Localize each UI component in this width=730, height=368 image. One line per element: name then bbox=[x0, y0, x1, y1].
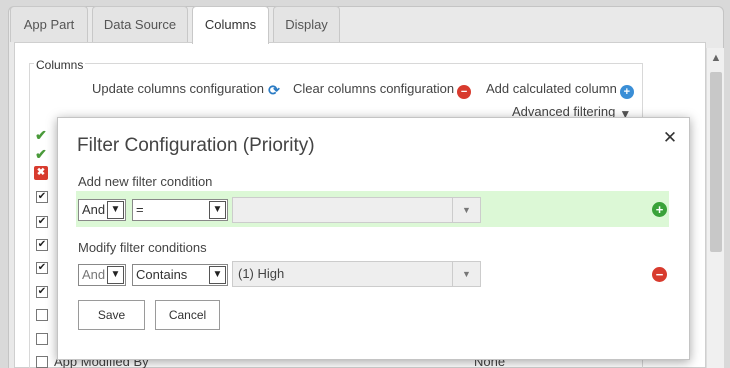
clear-columns-label: Clear columns configuration bbox=[293, 81, 455, 96]
filter-configuration-dialog: Filter Configuration (Priority) ✕ Add ne… bbox=[57, 117, 690, 360]
add-condition-icon[interactable]: + bbox=[652, 202, 667, 217]
chevron-down-icon[interactable]: ▼ bbox=[107, 266, 124, 284]
checkmark-icon[interactable]: ✔ bbox=[34, 147, 48, 161]
column-checkbox[interactable] bbox=[36, 309, 48, 321]
operator-select-value: = bbox=[136, 202, 144, 217]
operator-select-value: Contains bbox=[136, 267, 188, 282]
operator-select[interactable]: Contains ▼ bbox=[132, 264, 228, 286]
tab-columns[interactable]: Columns bbox=[192, 6, 269, 44]
logic-select-value: And bbox=[82, 267, 106, 282]
column-checkbox[interactable] bbox=[36, 356, 48, 368]
close-icon[interactable]: ✕ bbox=[662, 129, 678, 146]
column-checkbox[interactable]: ✔ bbox=[36, 262, 48, 274]
chevron-down-icon[interactable]: ▼ bbox=[209, 266, 226, 284]
column-checkbox[interactable]: ✔ bbox=[36, 286, 48, 298]
add-calculated-column-label: Add calculated column bbox=[486, 81, 617, 96]
add-condition-label: Add new filter condition bbox=[78, 174, 213, 189]
chevron-down-icon[interactable]: ▼ bbox=[452, 198, 480, 222]
clear-columns-link[interactable]: Clear columns configuration − bbox=[293, 81, 472, 99]
column-checkbox[interactable]: ✔ bbox=[36, 191, 48, 203]
tab-display[interactable]: Display bbox=[273, 6, 340, 42]
add-calculated-column-link[interactable]: Add calculated column + bbox=[486, 81, 634, 99]
column-checkbox[interactable]: ✔ bbox=[36, 216, 48, 228]
scrollbar[interactable]: ▲ bbox=[706, 48, 724, 368]
value-combobox-text: (1) High bbox=[238, 266, 285, 281]
column-checkbox[interactable]: ✔ bbox=[36, 239, 48, 251]
chevron-down-icon[interactable]: ▼ bbox=[452, 262, 480, 286]
chevron-up-icon[interactable]: ▲ bbox=[707, 52, 725, 68]
chevron-down-icon[interactable]: ▼ bbox=[209, 201, 226, 219]
scroll-thumb[interactable] bbox=[710, 72, 722, 252]
dialog-title: Filter Configuration (Priority) bbox=[77, 135, 315, 156]
tab-app-part[interactable]: App Part bbox=[10, 6, 88, 42]
logic-select[interactable]: And ▼ bbox=[78, 264, 126, 286]
save-button[interactable]: Save bbox=[78, 300, 145, 330]
refresh-icon: ⟳ bbox=[268, 82, 280, 98]
operator-select[interactable]: = ▼ bbox=[132, 199, 228, 221]
value-combobox[interactable]: ▼ bbox=[232, 197, 481, 223]
cross-icon[interactable]: ✖ bbox=[34, 166, 48, 180]
tab-data-source[interactable]: Data Source bbox=[92, 6, 188, 42]
cancel-button[interactable]: Cancel bbox=[155, 300, 220, 330]
logic-select[interactable]: And ▼ bbox=[78, 199, 126, 221]
remove-icon: − bbox=[457, 85, 472, 99]
checkmark-icon[interactable]: ✔ bbox=[34, 128, 48, 142]
logic-select-value: And bbox=[82, 202, 106, 217]
update-columns-label: Update columns configuration bbox=[92, 81, 264, 96]
value-combobox[interactable]: (1) High ▼ bbox=[232, 261, 481, 287]
remove-condition-icon[interactable]: − bbox=[652, 267, 667, 282]
column-checkbox[interactable] bbox=[36, 333, 48, 345]
modify-conditions-label: Modify filter conditions bbox=[78, 240, 207, 255]
chevron-down-icon[interactable]: ▼ bbox=[107, 201, 124, 219]
add-icon: + bbox=[619, 85, 634, 99]
update-columns-link[interactable]: Update columns configuration ⟳ bbox=[92, 81, 281, 97]
columns-legend: Columns bbox=[34, 58, 86, 72]
